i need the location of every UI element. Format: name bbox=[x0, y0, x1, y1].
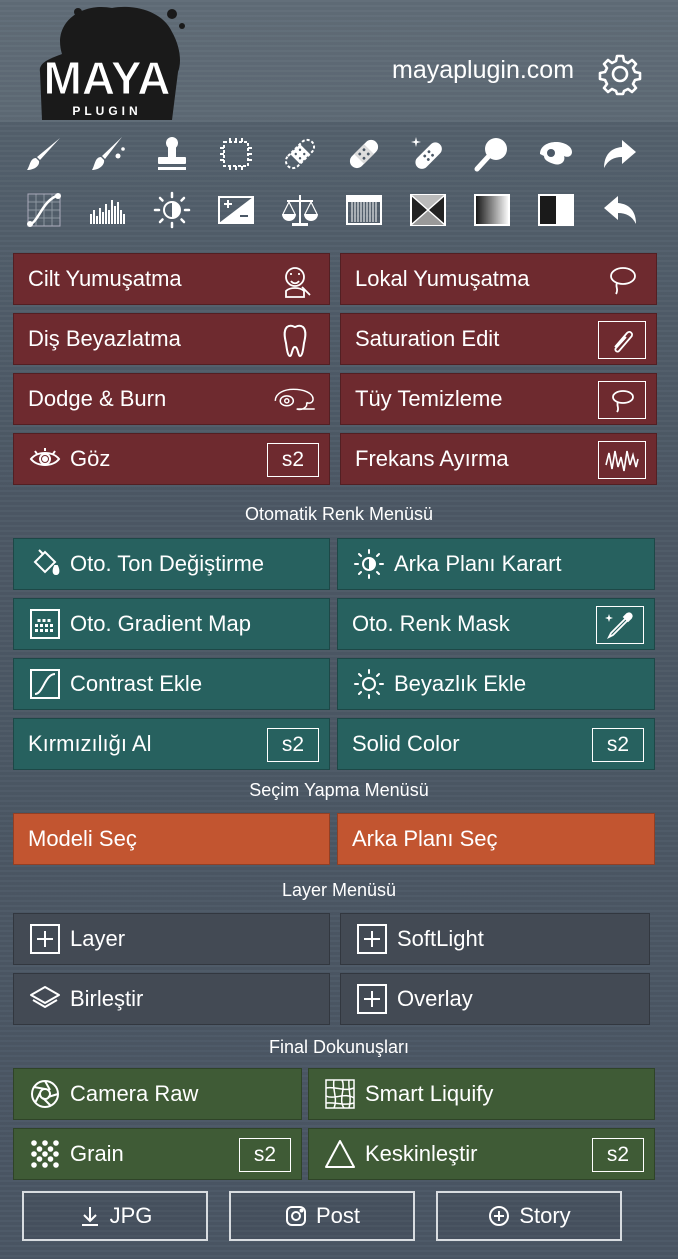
layer-button[interactable]: Layer bbox=[13, 913, 330, 965]
curves-icon[interactable] bbox=[22, 188, 66, 232]
download-icon bbox=[81, 1207, 98, 1226]
s2-badge[interactable]: s2 bbox=[592, 1138, 644, 1172]
grain-button[interactable]: Grain s2 bbox=[13, 1128, 302, 1180]
tool-row-1 bbox=[22, 132, 642, 176]
gradient-map-icon bbox=[28, 607, 62, 641]
layers-icon bbox=[28, 982, 62, 1016]
balance-icon[interactable] bbox=[278, 188, 322, 232]
gear-icon[interactable] bbox=[598, 52, 642, 96]
hand-lasso-icon bbox=[267, 380, 323, 420]
marquee-icon[interactable] bbox=[214, 132, 258, 176]
eye-icon bbox=[28, 442, 62, 476]
smart-liquify-button[interactable]: Smart Liquify bbox=[308, 1068, 655, 1120]
section-title-final: Final Dokunuşları bbox=[268, 1037, 410, 1057]
lasso-box-icon bbox=[598, 381, 646, 419]
plus-box-icon bbox=[28, 922, 62, 956]
tooth-icon bbox=[271, 320, 319, 360]
camera-raw-button[interactable]: Camera Raw bbox=[13, 1068, 302, 1120]
softlight-button[interactable]: SoftLight bbox=[340, 913, 650, 965]
keskinlestir-button[interactable]: Keskinleştir s2 bbox=[308, 1128, 655, 1180]
plugin-panel: MAYA PLUGIN mayaplugin.com Cilt Yumuşatm… bbox=[0, 0, 678, 1259]
overlay-button[interactable]: Overlay bbox=[340, 973, 650, 1025]
solid-color-button[interactable]: Solid Color s2 bbox=[337, 718, 655, 770]
section-title-auto-color: Otomatik Renk Menüsü bbox=[244, 504, 434, 524]
tool-row-2 bbox=[22, 188, 642, 232]
svg-text:PLUGIN: PLUGIN bbox=[72, 104, 141, 118]
export-jpg-button[interactable]: JPG bbox=[22, 1191, 208, 1241]
arka-plani-sec-button[interactable]: Arka Planı Seç bbox=[337, 813, 655, 865]
maya-logo: MAYA PLUGIN bbox=[39, 6, 185, 121]
lasso-icon bbox=[598, 260, 646, 300]
s2-badge[interactable]: s2 bbox=[592, 728, 644, 762]
s2-badge[interactable]: s2 bbox=[267, 443, 319, 477]
warp-grid-icon bbox=[323, 1077, 357, 1111]
export-post-button[interactable]: Post bbox=[229, 1191, 415, 1241]
beyazlik-ekle-button[interactable]: Beyazlık Ekle bbox=[337, 658, 655, 710]
goz-button[interactable]: Göz s2 bbox=[13, 433, 330, 485]
half-square-icon[interactable] bbox=[534, 188, 578, 232]
s2-badge[interactable]: s2 bbox=[239, 1138, 291, 1172]
histogram-icon[interactable] bbox=[86, 188, 130, 232]
frekans-ayirma-button[interactable]: Frekans Ayırma bbox=[340, 433, 657, 485]
oto-ton-button[interactable]: Oto. Ton Değiştirme bbox=[13, 538, 330, 590]
lokal-yumusatma-button[interactable]: Lokal Yumuşatma bbox=[340, 253, 657, 305]
s2-badge[interactable]: s2 bbox=[267, 728, 319, 762]
plus-circle-icon bbox=[489, 1206, 510, 1226]
exposure-icon[interactable] bbox=[214, 188, 258, 232]
paperclip-icon bbox=[598, 321, 646, 359]
brush-icon[interactable] bbox=[22, 132, 66, 176]
section-title-selection: Seçim Yapma Menüsü bbox=[249, 780, 429, 800]
plus-box-icon bbox=[355, 922, 389, 956]
site-url[interactable]: mayaplugin.com bbox=[392, 56, 574, 85]
aperture-icon bbox=[28, 1077, 62, 1111]
waveform-icon bbox=[598, 441, 646, 479]
kirmiziligi-al-button[interactable]: Kırmızılığı Al s2 bbox=[13, 718, 330, 770]
brush-mixer-icon[interactable] bbox=[86, 132, 130, 176]
bandage-dotted-icon[interactable] bbox=[278, 132, 322, 176]
oto-renk-mask-button[interactable]: Oto. Renk Mask bbox=[337, 598, 655, 650]
bandage-icon[interactable] bbox=[342, 132, 386, 176]
brightness-half-icon bbox=[352, 547, 386, 581]
svg-text:MAYA: MAYA bbox=[44, 52, 171, 104]
dis-beyazlatma-button[interactable]: Diş Beyazlatma bbox=[13, 313, 330, 365]
saturation-edit-button[interactable]: Saturation Edit bbox=[340, 313, 657, 365]
curve-box-icon bbox=[28, 667, 62, 701]
brightness-icon[interactable] bbox=[150, 188, 194, 232]
export-story-button[interactable]: Story bbox=[436, 1191, 622, 1241]
stamp-icon[interactable] bbox=[150, 132, 194, 176]
contrast-ekle-button[interactable]: Contrast Ekle bbox=[13, 658, 330, 710]
grain-dots-icon bbox=[28, 1137, 62, 1171]
redo-arrow-icon[interactable] bbox=[598, 132, 642, 176]
modeli-sec-button[interactable]: Modeli Seç bbox=[13, 813, 330, 865]
bandage-sparkle-icon[interactable] bbox=[406, 132, 450, 176]
gradient-bars-icon[interactable] bbox=[342, 188, 386, 232]
triangle-icon bbox=[323, 1137, 357, 1171]
paint-bucket-icon bbox=[28, 547, 62, 581]
gradient-icon[interactable] bbox=[470, 188, 514, 232]
magnifier-icon[interactable] bbox=[470, 132, 514, 176]
sun-icon bbox=[352, 667, 386, 701]
lasso-hand-icon[interactable] bbox=[534, 132, 578, 176]
oto-gradient-map-button[interactable]: Oto. Gradient Map bbox=[13, 598, 330, 650]
undo-arrow-icon[interactable] bbox=[598, 188, 642, 232]
tuy-temizleme-button[interactable]: Tüy Temizleme bbox=[340, 373, 657, 425]
plus-box-icon bbox=[355, 982, 389, 1016]
instagram-icon bbox=[285, 1206, 306, 1226]
face-brush-icon bbox=[271, 260, 319, 300]
section-title-layer: Layer Menüsü bbox=[281, 880, 397, 900]
birlestir-button[interactable]: Birleştir bbox=[13, 973, 330, 1025]
arka-plani-karart-button[interactable]: Arka Planı Karart bbox=[337, 538, 655, 590]
dodge-burn-button[interactable]: Dodge & Burn bbox=[13, 373, 330, 425]
eyedropper-icon bbox=[596, 606, 644, 644]
envelope-mask-icon[interactable] bbox=[406, 188, 450, 232]
cilt-yumusatma-button[interactable]: Cilt Yumuşatma bbox=[13, 253, 330, 305]
